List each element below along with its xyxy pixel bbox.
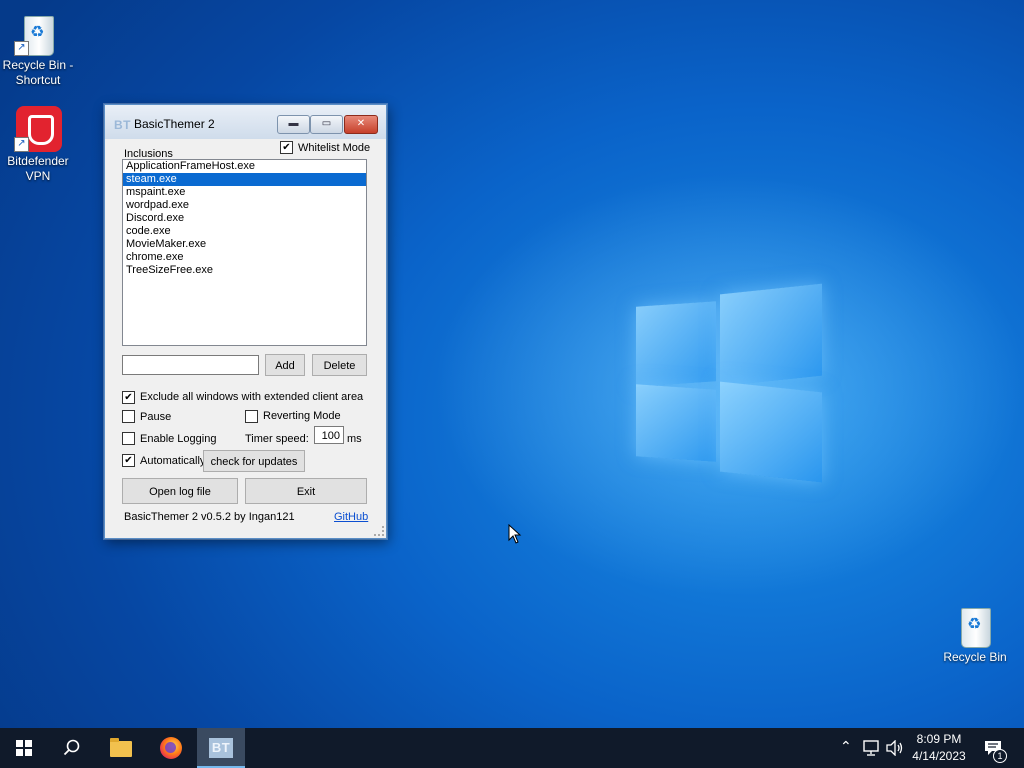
logo-pane bbox=[720, 381, 822, 483]
pause-label: Pause bbox=[140, 411, 172, 423]
recycle-bin-icon bbox=[951, 600, 999, 648]
app-icon: BT bbox=[114, 118, 131, 132]
firefox-button[interactable] bbox=[148, 728, 196, 768]
desktop-icon-recycle-bin[interactable]: Recycle Bin bbox=[937, 600, 1013, 665]
chevron-up-icon[interactable]: ⌃ bbox=[840, 738, 852, 755]
windows-start-icon bbox=[16, 740, 32, 756]
network-icon[interactable] bbox=[862, 740, 880, 756]
recycle-bin-icon: ↗ bbox=[14, 8, 62, 56]
new-entry-input[interactable] bbox=[122, 355, 259, 375]
reverting-mode-checkbox[interactable] bbox=[245, 410, 258, 423]
auto-update-checkbox[interactable]: ✔ bbox=[122, 454, 135, 467]
timer-speed-label: Timer speed: bbox=[245, 433, 309, 445]
exclude-extended-client-label: Exclude all windows with extended client… bbox=[140, 391, 364, 403]
add-button[interactable]: Add bbox=[265, 354, 305, 376]
enable-logging-checkbox[interactable] bbox=[122, 432, 135, 445]
list-item[interactable]: ApplicationFrameHost.exe bbox=[123, 160, 366, 173]
list-item[interactable]: Discord.exe bbox=[123, 212, 366, 225]
list-item[interactable]: chrome.exe bbox=[123, 251, 366, 264]
maximize-button[interactable]: ▭ bbox=[310, 115, 343, 134]
list-item-selected[interactable]: steam.exe bbox=[123, 173, 366, 186]
list-item[interactable]: mspaint.exe bbox=[123, 186, 366, 199]
version-label: BasicThemer 2 v0.5.2 by Ingan121 bbox=[124, 511, 295, 523]
github-link[interactable]: GitHub bbox=[334, 511, 368, 523]
timer-speed-input[interactable]: 100 bbox=[314, 426, 344, 444]
open-log-button[interactable]: Open log file bbox=[122, 478, 238, 504]
firefox-icon bbox=[160, 737, 182, 759]
pause-checkbox[interactable] bbox=[122, 410, 135, 423]
resize-grip[interactable] bbox=[374, 526, 384, 536]
logo-pane bbox=[720, 283, 822, 387]
window-client-area: Inclusions ✔ Whitelist Mode ApplicationF… bbox=[113, 138, 377, 530]
exit-button[interactable]: Exit bbox=[245, 478, 367, 504]
exclude-extended-client-checkbox[interactable]: ✔ bbox=[122, 391, 135, 404]
inclusions-list[interactable]: ApplicationFrameHost.exe steam.exe mspai… bbox=[122, 159, 367, 346]
start-button[interactable] bbox=[0, 728, 48, 768]
desktop-icon-label: Recycle Bin bbox=[943, 650, 1007, 664]
window-title: BasicThemer 2 bbox=[134, 117, 215, 131]
taskbar: BT ⌃ 8:09 PM 4/14/2023 1 bbox=[0, 728, 1024, 768]
check-updates-button[interactable]: check for updates bbox=[203, 450, 305, 472]
file-explorer-button[interactable] bbox=[98, 728, 146, 768]
delete-button[interactable]: Delete bbox=[312, 354, 367, 376]
basicthemer-icon: BT bbox=[209, 738, 233, 758]
list-item[interactable]: TreeSizeFree.exe bbox=[123, 264, 366, 277]
action-center-button[interactable]: 1 bbox=[976, 728, 1024, 768]
folder-icon bbox=[110, 738, 132, 757]
whitelist-mode-checkbox[interactable]: ✔ bbox=[280, 141, 293, 154]
basicthemer-window: BT BasicThemer 2 ▬ ▭ ✕ Inclusions ✔ Whit… bbox=[104, 104, 387, 539]
clock-time[interactable]: 8:09 PM bbox=[906, 732, 972, 746]
basicthemer-taskbar-button[interactable]: BT bbox=[197, 728, 245, 768]
list-item[interactable]: MovieMaker.exe bbox=[123, 238, 366, 251]
search-button[interactable] bbox=[48, 728, 96, 768]
enable-logging-label: Enable Logging bbox=[140, 433, 217, 445]
reverting-mode-label: Reverting Mode bbox=[263, 410, 341, 422]
desktop-icon-label: Recycle Bin - Shortcut bbox=[2, 58, 74, 87]
title-bar[interactable]: BT BasicThemer 2 ▬ ▭ ✕ bbox=[105, 105, 386, 139]
windows-wallpaper-logo bbox=[636, 283, 824, 483]
list-item[interactable]: code.exe bbox=[123, 225, 366, 238]
notification-count-badge: 1 bbox=[993, 749, 1007, 763]
timer-unit-label: ms bbox=[347, 433, 362, 445]
volume-icon[interactable] bbox=[886, 740, 904, 756]
bitdefender-vpn-icon: ↗ bbox=[14, 104, 62, 152]
logo-pane bbox=[636, 384, 716, 462]
clock-date[interactable]: 4/14/2023 bbox=[906, 749, 972, 763]
shortcut-arrow-icon: ↗ bbox=[14, 137, 29, 152]
logo-pane bbox=[636, 301, 716, 387]
auto-update-label: Automatically bbox=[140, 455, 206, 467]
desktop-icon-bitdefender-vpn[interactable]: ↗ Bitdefender VPN bbox=[0, 104, 76, 184]
desktop-icon-recycle-bin-shortcut[interactable]: ↗ Recycle Bin - Shortcut bbox=[0, 8, 76, 88]
list-item[interactable]: wordpad.exe bbox=[123, 199, 366, 212]
whitelist-mode-label: Whitelist Mode bbox=[298, 142, 371, 154]
search-icon bbox=[63, 739, 80, 756]
close-button[interactable]: ✕ bbox=[344, 115, 378, 134]
desktop-icon-label: Bitdefender VPN bbox=[7, 154, 69, 183]
shortcut-arrow-icon: ↗ bbox=[14, 41, 29, 56]
minimize-button[interactable]: ▬ bbox=[277, 115, 310, 134]
